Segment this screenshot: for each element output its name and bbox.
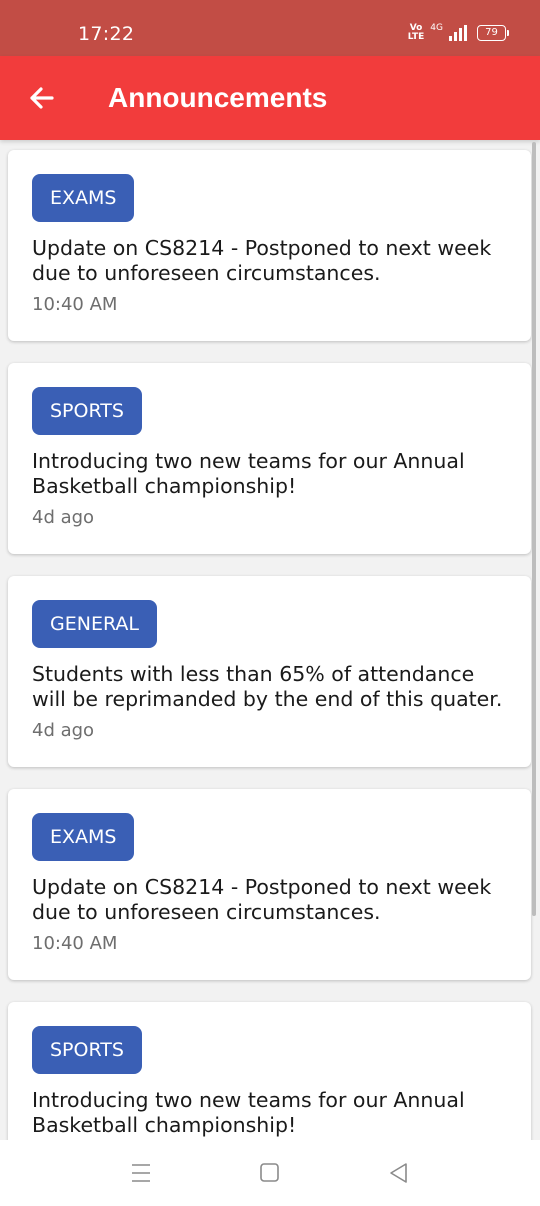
announcement-time: 4d ago: [32, 720, 95, 741]
announcement-message: Introducing two new teams for our Annual…: [32, 1088, 465, 1137]
announcement-time: 4d ago: [32, 507, 95, 528]
network-type-label: 4G: [430, 23, 443, 33]
announcement-message: Introducing two new teams for our Annual…: [32, 449, 465, 498]
home-button[interactable]: [257, 1160, 283, 1186]
announcement-message: Update on CS8214 - Postponed to next wee…: [32, 875, 492, 924]
category-tag[interactable]: GENERAL: [32, 600, 157, 648]
arrow-left-icon: [30, 87, 54, 109]
scrollbar[interactable]: [532, 142, 536, 916]
announcement-card[interactable]: GENERAL Students with less than 65% of a…: [8, 576, 531, 767]
recent-apps-button[interactable]: [128, 1160, 154, 1186]
home-square-icon: [260, 1163, 279, 1182]
announcement-message: Students with less than 65% of attendanc…: [32, 662, 503, 711]
announcement-message: Update on CS8214 - Postponed to next wee…: [32, 236, 492, 285]
battery-icon: 79: [477, 25, 509, 41]
announcement-card[interactable]: SPORTS Introducing two new teams for our…: [8, 1002, 531, 1140]
announcement-time: 10:40 AM: [32, 933, 118, 954]
announcement-card[interactable]: SPORTS Introducing two new teams for our…: [8, 363, 531, 554]
status-bar: 17:22 Vo LTE 4G 79: [0, 0, 540, 56]
battery-level: 79: [485, 27, 498, 38]
announcement-time: 10:40 AM: [32, 294, 118, 315]
back-button[interactable]: [24, 80, 60, 116]
category-tag[interactable]: SPORTS: [32, 1026, 142, 1074]
announcement-card[interactable]: EXAMS Update on CS8214 - Postponed to ne…: [8, 789, 531, 980]
status-time: 17:22: [78, 23, 135, 45]
back-triangle-icon: [390, 1163, 407, 1183]
announcement-list[interactable]: EXAMS Update on CS8214 - Postponed to ne…: [0, 140, 540, 1140]
category-tag[interactable]: EXAMS: [32, 174, 135, 222]
signal-icon: [449, 25, 467, 41]
category-tag[interactable]: SPORTS: [32, 387, 142, 435]
recent-apps-icon: [132, 1164, 150, 1182]
app-bar: Announcements: [0, 56, 540, 140]
status-icons: Vo LTE 4G 79: [407, 23, 509, 42]
announcement-card[interactable]: EXAMS Update on CS8214 - Postponed to ne…: [8, 150, 531, 341]
system-nav-bar: [0, 1140, 540, 1206]
volte-icon: Vo LTE: [407, 23, 425, 42]
nav-back-button[interactable]: [386, 1160, 412, 1186]
category-tag[interactable]: EXAMS: [32, 813, 135, 861]
page-title: Announcements: [108, 82, 328, 113]
